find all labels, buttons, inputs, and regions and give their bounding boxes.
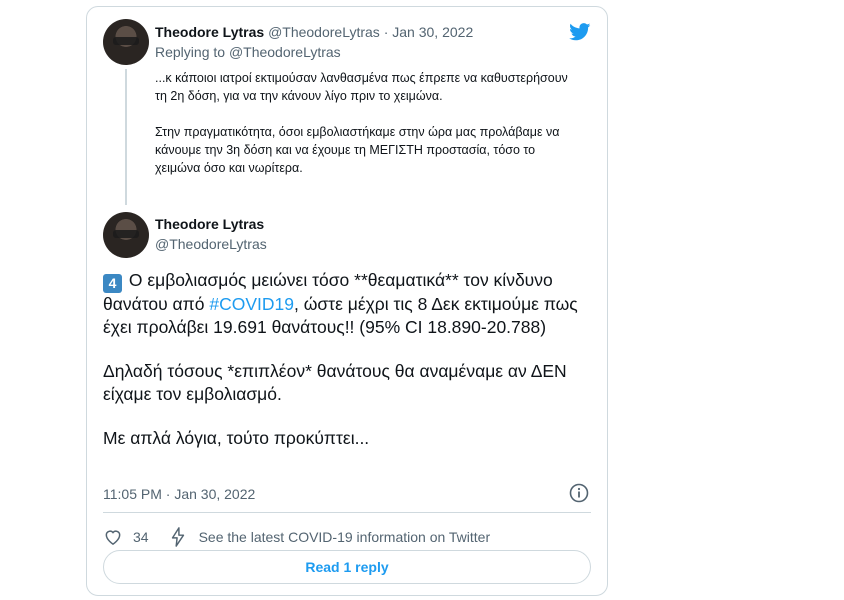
hashtag-link[interactable]: #COVID19 — [209, 294, 294, 314]
replying-prefix: Replying to — [155, 44, 229, 60]
author-name[interactable]: Theodore Lytras — [155, 24, 264, 40]
info-icon[interactable] — [569, 483, 589, 503]
tweet-actions: 34 See the latest COVID-19 information o… — [103, 521, 490, 553]
covid-info-link[interactable]: See the latest COVID-19 information on T… — [199, 529, 491, 545]
quoted-paragraph: ...κ κάποιοι ιατροί εκτιμούσαν λανθασμέν… — [155, 71, 568, 103]
tweet-text: 4 Ο εμβολιασμός μειώνει τόσο **θεαματικά… — [103, 269, 593, 472]
lightning-bolt-icon — [171, 527, 184, 547]
divider — [103, 512, 591, 513]
avatar[interactable] — [103, 19, 149, 65]
like-count[interactable]: 34 — [133, 529, 149, 545]
twitter-bird-icon[interactable] — [569, 23, 591, 41]
heart-icon[interactable] — [103, 527, 123, 547]
author-name[interactable]: Theodore Lytras — [155, 215, 264, 233]
tweet-timestamp[interactable]: 11:05 PM · Jan 30, 2022 — [103, 485, 255, 503]
tweet-embed-card: Theodore Lytras @TheodoreLytras · Jan 30… — [86, 6, 608, 596]
replying-to: Replying to @TheodoreLytras — [155, 43, 341, 61]
tweet-paragraph-2: Δηλαδή τόσους *επιπλέον* θανάτους θα ανα… — [103, 361, 567, 404]
avatar[interactable] — [103, 212, 149, 258]
replying-to-handle[interactable]: @TheodoreLytras — [229, 44, 341, 60]
keycap-4-icon: 4 — [103, 274, 122, 293]
quoted-tweet-header: Theodore Lytras @TheodoreLytras · Jan 30… — [155, 23, 473, 41]
quoted-tweet-text: ...κ κάποιοι ιατροί εκτιμούσαν λανθασμέν… — [155, 69, 575, 195]
read-reply-button[interactable]: Read 1 reply — [103, 550, 591, 584]
tweet-paragraph-3: Με απλά λόγια, τούτο προκύπτει... — [103, 428, 370, 448]
tweet-date[interactable]: Jan 30, 2022 — [392, 24, 473, 40]
quoted-paragraph: Στην πραγματικότητα, όσοι εμβολιαστήκαμε… — [155, 125, 560, 175]
author-handle[interactable]: @TheodoreLytras — [268, 24, 380, 40]
separator: · — [379, 24, 393, 40]
tweet-paragraph-1: 4 Ο εμβολιασμός μειώνει τόσο **θεαματικά… — [103, 269, 593, 338]
thread-connector-line — [125, 69, 127, 205]
author-handle[interactable]: @TheodoreLytras — [155, 235, 267, 253]
